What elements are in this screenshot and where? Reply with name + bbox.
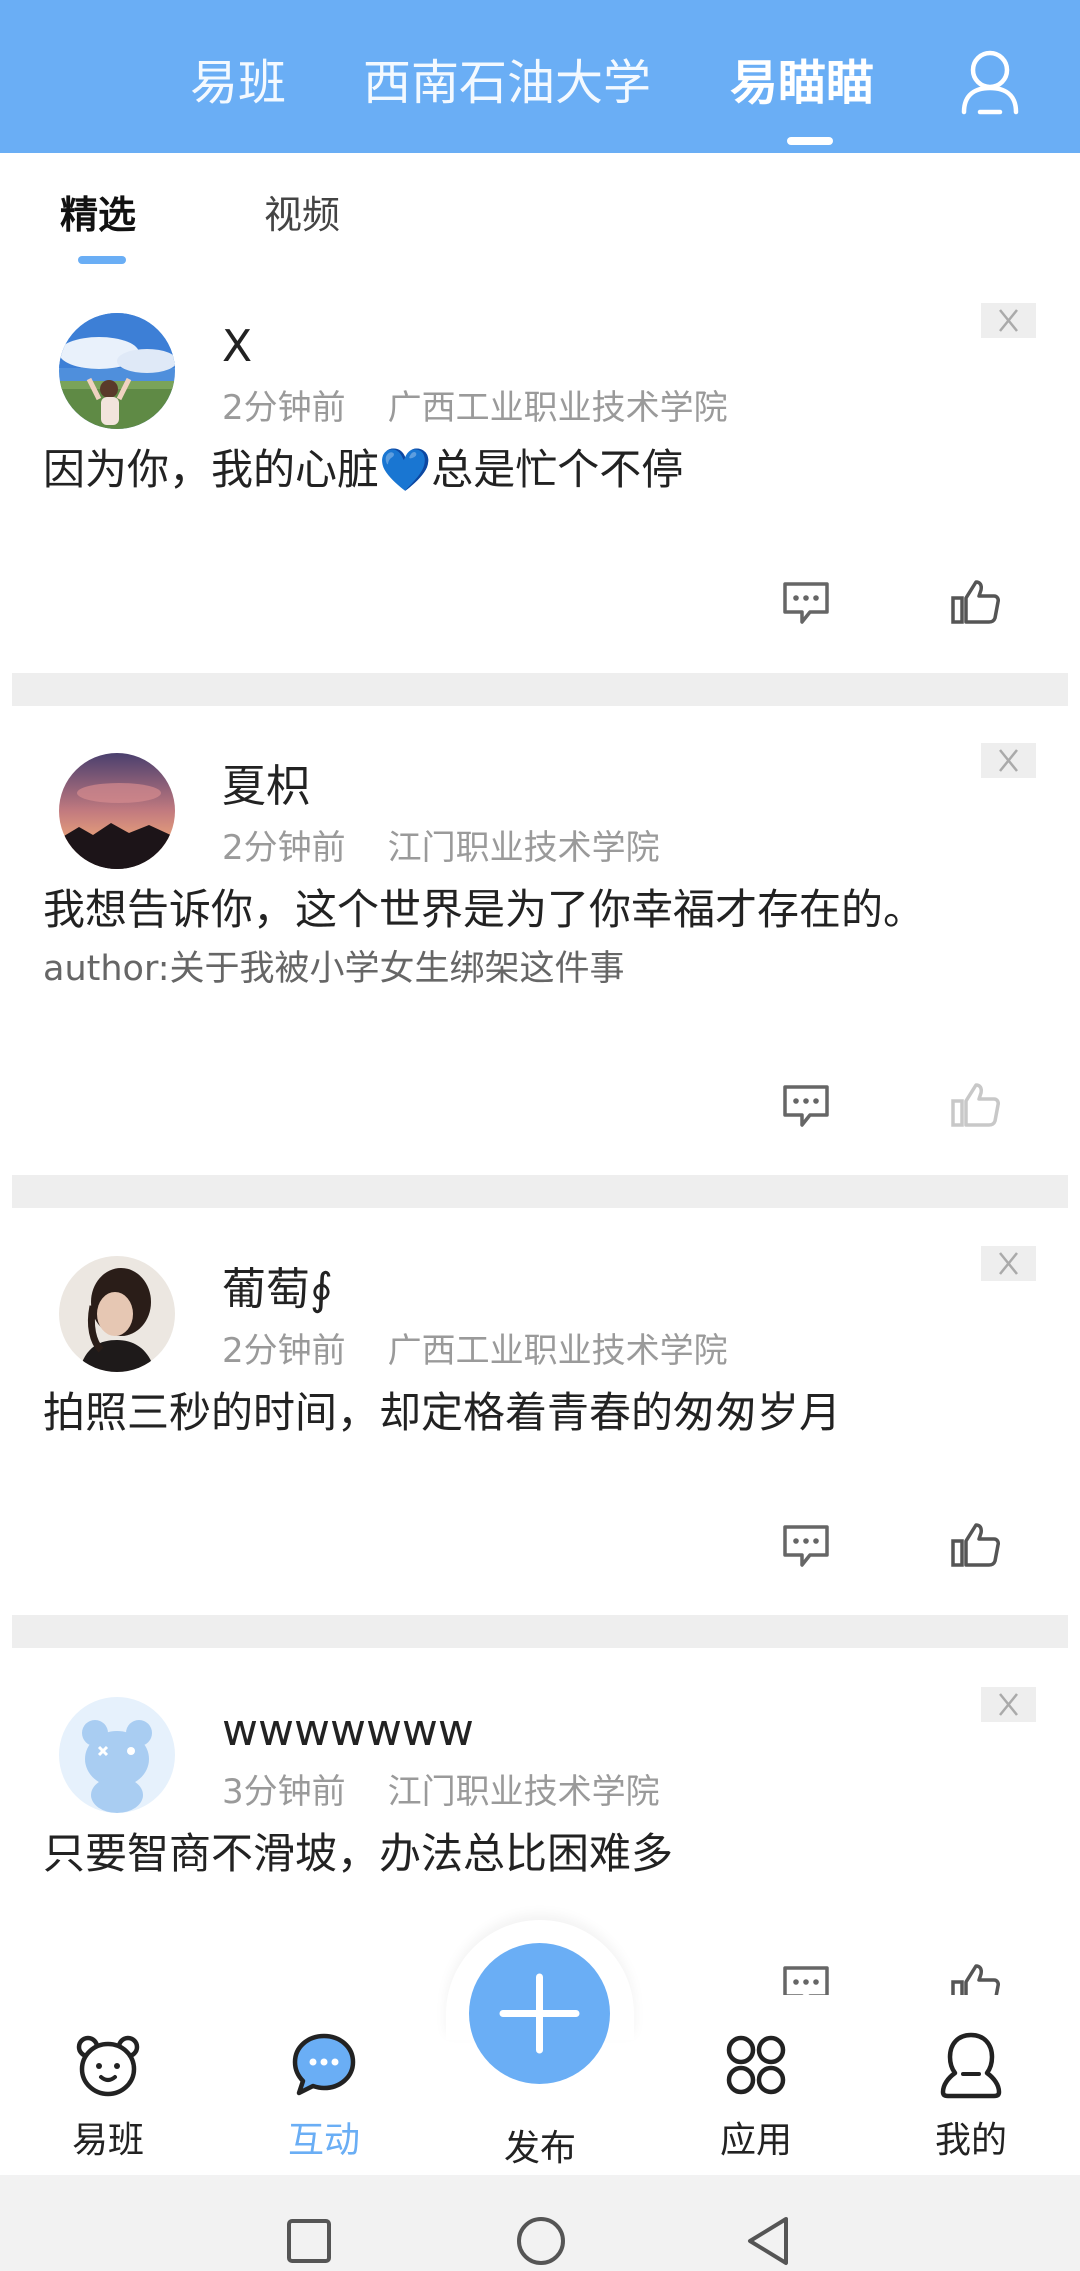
close-icon[interactable] — [981, 743, 1036, 778]
avatar[interactable] — [59, 1256, 175, 1372]
nav-interact-label: 互动 — [287, 2120, 360, 2161]
post-school: 江门职业技术学院 — [387, 828, 660, 868]
comment-icon[interactable] — [780, 1083, 832, 1131]
system-nav-bar — [0, 2175, 1080, 2271]
nav-mine-label: 我的 — [934, 2120, 1007, 2161]
post-meta: 2分钟前 广西工业职业技术学院 — [222, 385, 728, 431]
nav-mine[interactable]: 我的 — [896, 2030, 1046, 2164]
post-author: author:关于我被小学女生绑架这件事 — [43, 949, 625, 989]
home-icon[interactable] — [515, 2215, 567, 2267]
nav-apps[interactable]: 应用 — [681, 2030, 831, 2164]
post-meta: 3分钟前 江门职业技术学院 — [222, 1769, 660, 1815]
tab-yiban[interactable]: 易班 — [190, 50, 286, 116]
post-divider — [12, 1615, 1068, 1648]
recent-apps-icon[interactable] — [285, 2217, 333, 2265]
avatar[interactable] — [59, 1697, 175, 1813]
chat-bubble-icon — [292, 2033, 356, 2096]
close-icon[interactable] — [981, 1246, 1036, 1281]
active-tab-indicator — [787, 137, 833, 145]
post-divider — [12, 673, 1068, 706]
post-divider — [12, 1175, 1068, 1208]
post-school: 广西工业职业技术学院 — [387, 1331, 728, 1371]
close-icon[interactable] — [981, 1687, 1036, 1722]
tab-school[interactable]: 西南石油大学 — [363, 50, 651, 116]
nav-yiban[interactable]: 易班 — [33, 2030, 183, 2164]
comment-icon[interactable] — [780, 580, 832, 628]
post-time: 3分钟前 — [222, 1772, 346, 1812]
nav-interact[interactable]: 互动 — [249, 2030, 399, 2164]
comment-icon[interactable] — [780, 1523, 832, 1571]
post-time: 2分钟前 — [222, 388, 346, 428]
post-content: 只要智商不滑坡，办法总比困难多 — [43, 1829, 674, 1878]
post-card[interactable]: X 2分钟前 广西工业职业技术学院 因为你，我的心脏💙总是忙个不停 — [0, 293, 1080, 673]
nav-apps-label: 应用 — [719, 2120, 792, 2161]
post-card[interactable]: 夏枳 2分钟前 江门职业技术学院 我想告诉你，这个世界是为了你幸福才存在的。 au… — [0, 733, 1080, 1173]
post-content: 拍照三秒的时间，却定格着青春的匆匆岁月 — [43, 1388, 842, 1437]
tab-yimiaomiao[interactable]: 易瞄瞄 — [730, 50, 874, 116]
apps-icon — [726, 2035, 786, 2095]
profile-icon — [940, 2032, 1002, 2099]
post-school: 广西工业职业技术学院 — [387, 388, 728, 428]
avatar[interactable] — [59, 313, 175, 429]
like-icon[interactable] — [950, 1521, 1002, 1571]
close-icon[interactable] — [981, 303, 1036, 338]
subtab-indicator — [78, 256, 126, 264]
post-time: 2分钟前 — [222, 1331, 346, 1371]
post-time: 2分钟前 — [222, 828, 346, 868]
username[interactable]: 葡萄∮ — [222, 1262, 333, 1318]
subtab-video[interactable]: 视频 — [264, 188, 340, 242]
username[interactable]: wwwwwww — [222, 1703, 474, 1759]
back-icon[interactable] — [744, 2215, 792, 2267]
user-icon[interactable] — [958, 48, 1022, 118]
username[interactable]: 夏枳 — [222, 759, 310, 815]
subtab-featured[interactable]: 精选 — [60, 188, 136, 242]
like-icon[interactable] — [950, 578, 1002, 628]
post-meta: 2分钟前 广西工业职业技术学院 — [222, 1328, 728, 1374]
post-school: 江门职业技术学院 — [387, 1772, 660, 1812]
top-header: 易班 西南石油大学 易瞄瞄 — [0, 0, 1080, 153]
post-content: 因为你，我的心脏💙总是忙个不停 — [43, 445, 684, 494]
avatar[interactable] — [59, 753, 175, 869]
post-card[interactable]: 葡萄∮ 2分钟前 广西工业职业技术学院 拍照三秒的时间，却定格着青春的匆匆岁月 — [0, 1236, 1080, 1614]
post-content: 我想告诉你，这个世界是为了你幸福才存在的。 — [43, 885, 926, 934]
like-icon[interactable] — [950, 1081, 1002, 1131]
plus-icon — [499, 1973, 580, 2054]
publish-button[interactable] — [469, 1943, 610, 2084]
post-meta: 2分钟前 江门职业技术学院 — [222, 825, 660, 871]
username[interactable]: X — [222, 319, 252, 375]
nav-publish-label[interactable]: 发布 — [465, 2126, 615, 2172]
bear-icon — [76, 2035, 140, 2097]
nav-yiban-label: 易班 — [71, 2120, 144, 2161]
